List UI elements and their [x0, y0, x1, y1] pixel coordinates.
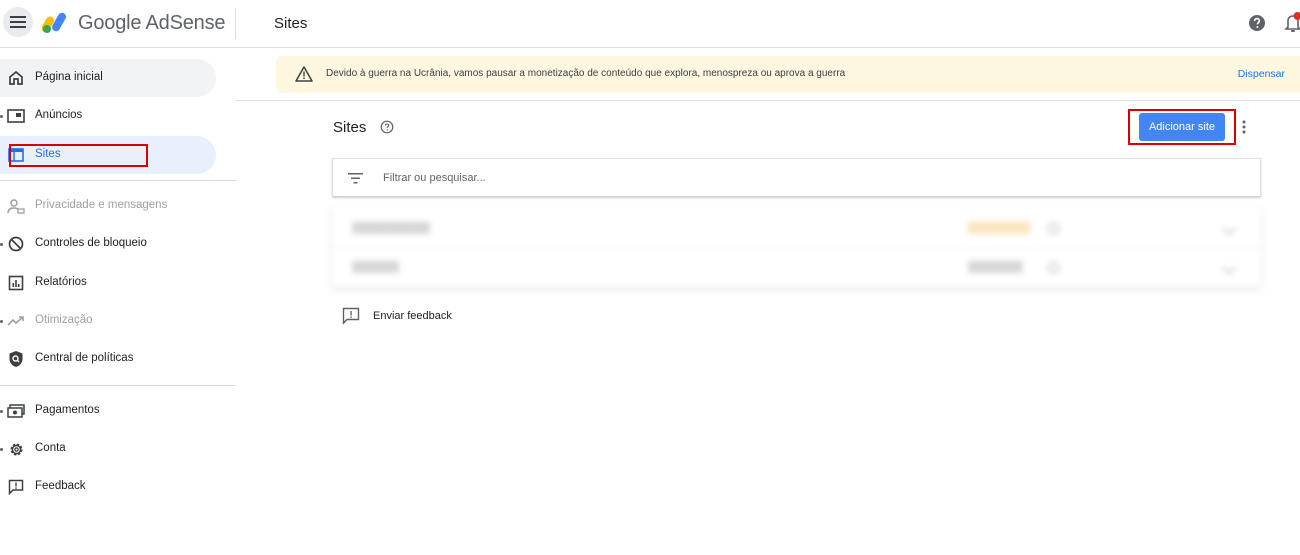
filter-list-icon [348, 173, 363, 184]
feedback-icon [342, 307, 360, 325]
notifications-bell-icon[interactable] [1283, 12, 1300, 34]
hamburger-menu-icon [10, 16, 26, 28]
page-title: Sites [333, 119, 367, 136]
sidebar-item-optimization[interactable]: Otimização [0, 302, 216, 340]
header-page-title: Sites [274, 15, 308, 32]
optimization-icon [7, 312, 25, 330]
sidebar-item-payments[interactable]: Pagamentos [0, 392, 216, 430]
sidebar-item-reports[interactable]: Relatórios [0, 264, 216, 302]
brand-name[interactable]: Google AdSense [78, 12, 226, 35]
sidebar: Página inicial Anúncios Sites Privacidad… [0, 48, 236, 555]
sidebar-item-block-controls[interactable]: Controles de bloqueio [0, 225, 216, 263]
help-circle-icon[interactable] [380, 120, 394, 134]
help-icon[interactable] [1248, 14, 1266, 32]
info-icon [1048, 262, 1059, 273]
expand-dot [0, 115, 3, 118]
sidebar-item-home[interactable]: Página inicial [0, 59, 216, 97]
chevron-down-icon [1221, 259, 1237, 275]
home-icon [7, 69, 25, 87]
sidebar-item-label: Central de políticas [35, 352, 134, 364]
table-row[interactable]: ▒▒▒▒▒▒ ▒▒▒▒▒▒▒ [332, 248, 1261, 287]
sidebar-item-feedback[interactable]: Feedback [0, 468, 216, 506]
more-vert-icon[interactable] [1239, 118, 1249, 136]
warning-icon [295, 66, 313, 82]
privacy-icon [7, 197, 25, 215]
sidebar-divider [0, 385, 236, 386]
content-divider [236, 100, 1300, 101]
sidebar-item-account[interactable]: Conta [0, 430, 216, 468]
sidebar-item-label: Relatórios [35, 276, 87, 288]
sidebar-item-label: Página inicial [35, 71, 103, 83]
dismiss-button[interactable]: Dispensar [1238, 68, 1285, 80]
sites-table: ▒▒▒▒▒▒▒▒▒▒ ▒▒▒▒▒▒▒▒ ▒▒▒▒▒▒ ▒▒▒▒▒▒▒ [332, 205, 1261, 287]
adsense-logo-icon [42, 12, 66, 33]
sidebar-item-label: Otimização [35, 314, 93, 326]
sidebar-item-label: Pagamentos [35, 404, 100, 416]
sidebar-item-label: Conta [35, 442, 66, 454]
top-app-bar: Google AdSense Sites [0, 0, 1300, 48]
highlight-box-sites [9, 144, 148, 167]
sidebar-item-label: Privacidade e mensagens [35, 199, 168, 211]
expand-dot [0, 243, 3, 246]
send-feedback-label: Enviar feedback [373, 310, 452, 322]
site-status-blurred: ▒▒▒▒▒▒▒ [968, 261, 1023, 273]
sidebar-item-policy-center[interactable]: Central de políticas [0, 340, 216, 378]
site-name-blurred: ▒▒▒▒▒▒▒▒▒▒ [352, 222, 430, 234]
site-name-blurred: ▒▒▒▒▒▒ [352, 261, 399, 273]
banner-message: Devido à guerra na Ucrânia, vamos pausar… [326, 68, 846, 79]
sidebar-item-ads[interactable]: Anúncios [0, 97, 216, 135]
menu-button[interactable] [3, 7, 33, 37]
feedback-icon [7, 478, 25, 496]
policy-icon [7, 350, 25, 368]
gear-icon [7, 440, 25, 458]
filter-bar [332, 158, 1261, 197]
site-status-blurred: ▒▒▒▒▒▒▒▒ [968, 222, 1031, 234]
highlight-box-add-site [1128, 109, 1236, 145]
table-row[interactable]: ▒▒▒▒▒▒▒▒▒▒ ▒▒▒▒▒▒▒▒ [332, 209, 1261, 248]
expand-dot [0, 410, 3, 413]
sidebar-item-privacy[interactable]: Privacidade e mensagens [0, 187, 216, 225]
filter-search-input[interactable] [383, 169, 783, 187]
block-icon [7, 235, 25, 253]
sidebar-item-label: Anúncios [35, 109, 83, 121]
sidebar-item-label: Controles de bloqueio [35, 237, 147, 249]
ads-icon [7, 107, 25, 125]
expand-dot [0, 448, 3, 451]
send-feedback-link[interactable]: Enviar feedback [342, 307, 452, 325]
expand-dot [0, 320, 3, 323]
payments-icon [7, 402, 25, 420]
info-icon [1048, 223, 1059, 234]
war-notice-banner: Devido à guerra na Ucrânia, vamos pausar… [276, 56, 1300, 93]
sidebar-item-label: Feedback [35, 480, 86, 492]
header-divider [235, 8, 236, 39]
sidebar-divider [0, 180, 236, 181]
reports-icon [7, 274, 25, 292]
chevron-down-icon [1221, 220, 1237, 236]
